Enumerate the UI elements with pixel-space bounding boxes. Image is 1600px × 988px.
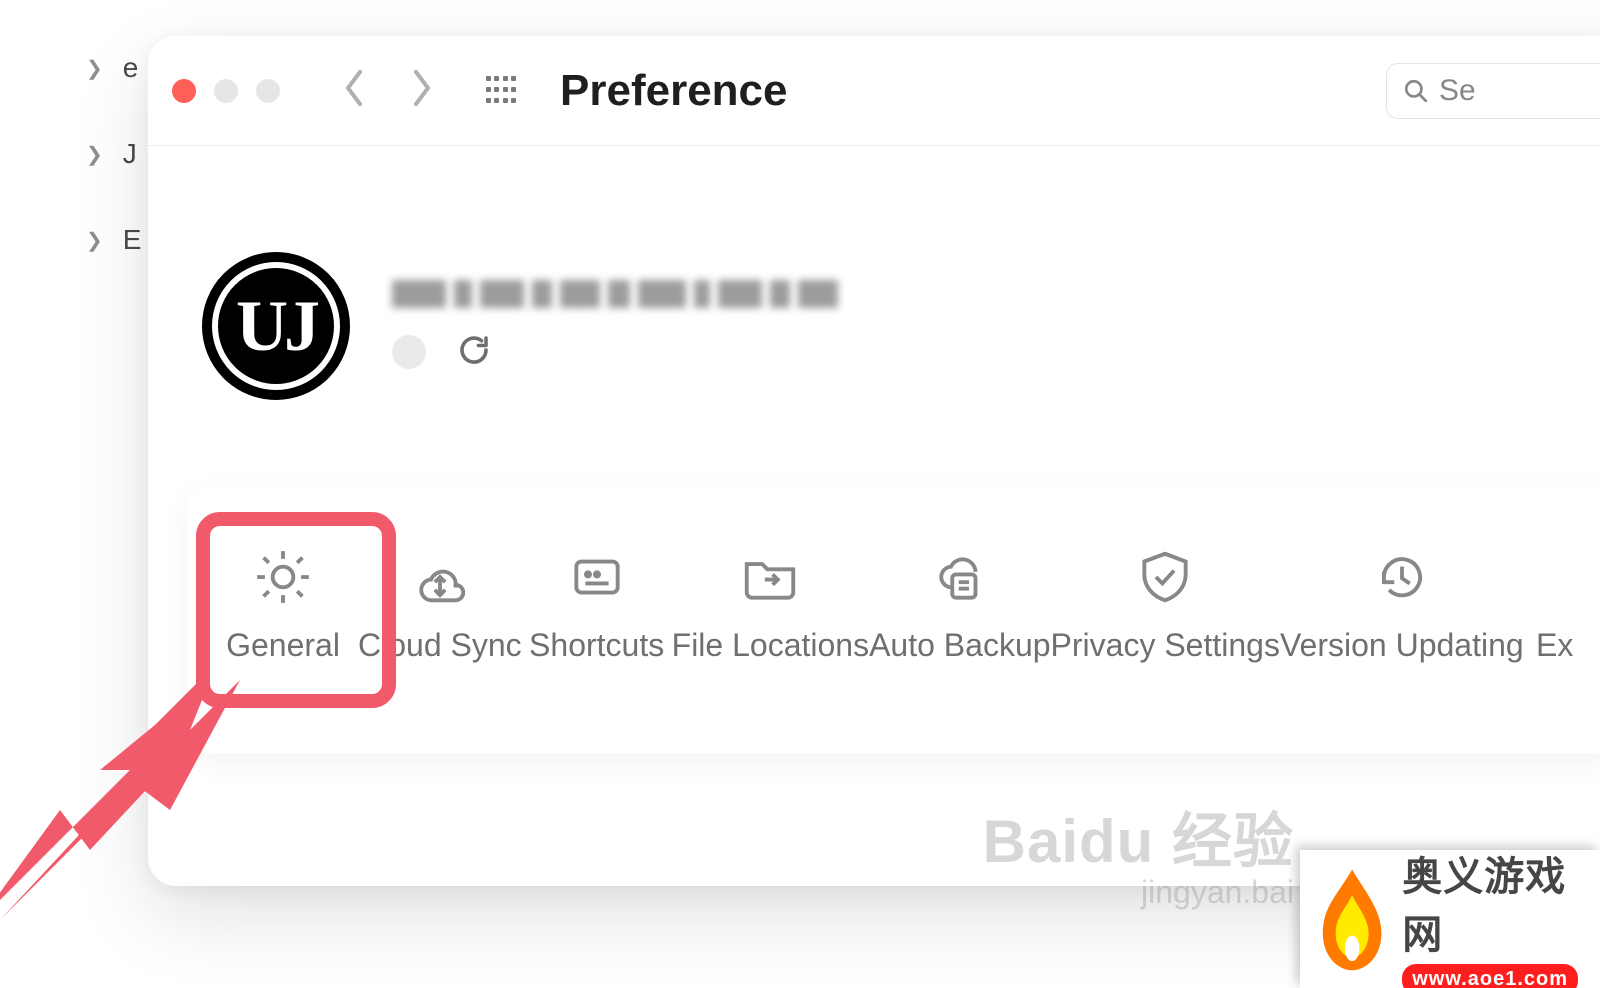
window-maximize-button[interactable] xyxy=(256,79,280,103)
tab-label: Cloud Sync xyxy=(358,626,522,664)
tab-label: Shortcuts xyxy=(529,626,664,664)
site-badge-url: www.aoe1.com xyxy=(1402,964,1578,988)
chevron-right-icon: ❯ xyxy=(86,142,103,167)
flame-icon xyxy=(1310,859,1394,979)
tab-file-locations[interactable]: File Locations xyxy=(672,546,869,664)
tab-label: Auto Backup xyxy=(869,626,1050,664)
nav-back-button[interactable] xyxy=(340,68,368,113)
tab-label: File Locations xyxy=(672,626,869,664)
avatar[interactable]: UJ xyxy=(196,246,356,406)
preference-window: Preference Se UJ xyxy=(148,36,1600,886)
account-section: UJ xyxy=(148,146,1600,486)
window-close-button[interactable] xyxy=(172,79,196,103)
site-badge: 奥义游戏网 www.aoe1.com xyxy=(1300,850,1600,988)
tab-general[interactable]: General xyxy=(208,546,358,664)
background-sidebar-item[interactable]: ❯ E xyxy=(86,224,141,256)
backup-icon xyxy=(929,546,991,608)
tab-version-updating[interactable]: Version Updating xyxy=(1280,546,1524,664)
chevron-right-icon: ❯ xyxy=(86,228,103,253)
bg-item-letter: e xyxy=(123,52,139,84)
window-titlebar: Preference Se xyxy=(148,36,1600,146)
keyboard-icon xyxy=(566,546,628,608)
background-sidebar-item[interactable]: ❯ J xyxy=(86,138,141,170)
window-minimize-button[interactable] xyxy=(214,79,238,103)
tab-auto-backup[interactable]: Auto Backup xyxy=(869,546,1050,664)
site-badge-name: 奥义游戏网 xyxy=(1402,844,1590,960)
history-icon xyxy=(1371,546,1433,608)
sync-status-icon xyxy=(392,335,426,369)
tab-cloud-sync[interactable]: Cloud Sync xyxy=(358,546,522,664)
tab-shortcuts[interactable]: Shortcuts xyxy=(522,546,672,664)
tab-label: Version Updating xyxy=(1280,626,1524,664)
gear-icon xyxy=(252,546,314,608)
tab-label: General xyxy=(226,626,340,664)
bg-item-letter: J xyxy=(123,138,137,170)
search-input[interactable]: Se xyxy=(1386,63,1600,119)
chevron-right-icon: ❯ xyxy=(86,56,103,81)
preference-tabs: General Cloud Sync Shortcuts File Locati… xyxy=(188,486,1600,754)
shield-icon xyxy=(1134,546,1196,608)
search-icon xyxy=(1403,78,1429,104)
refresh-button[interactable] xyxy=(456,332,492,373)
search-placeholder: Se xyxy=(1439,74,1476,108)
window-title: Preference xyxy=(560,66,787,116)
background-sidebar-item[interactable]: ❯ e xyxy=(86,52,141,84)
cloud-icon xyxy=(409,546,471,608)
folder-icon xyxy=(739,546,801,608)
more-icon xyxy=(1524,546,1586,608)
tab-label: Privacy Settings xyxy=(1051,626,1280,664)
tab-label: Ex xyxy=(1536,626,1573,664)
account-name-redacted xyxy=(392,280,838,308)
show-all-icon[interactable] xyxy=(486,76,516,106)
window-controls xyxy=(172,79,280,103)
tab-extra[interactable]: Ex xyxy=(1524,546,1586,664)
background-sidebar: ❯ e ❯ J ❯ E xyxy=(86,52,141,310)
bg-item-letter: E xyxy=(123,224,142,256)
tab-privacy-settings[interactable]: Privacy Settings xyxy=(1051,546,1280,664)
nav-forward-button[interactable] xyxy=(408,68,436,113)
